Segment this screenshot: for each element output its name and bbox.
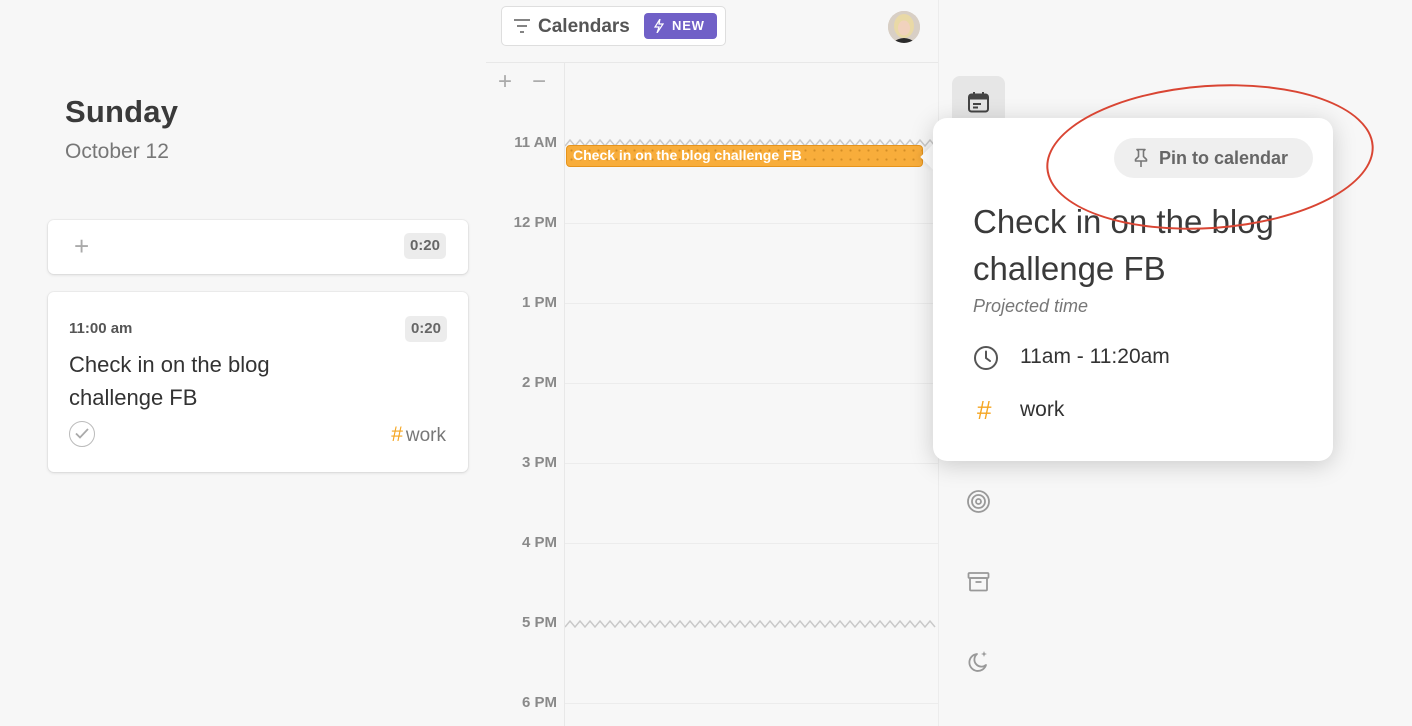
archive-button[interactable] xyxy=(952,555,1005,608)
pin-to-calendar-button[interactable]: Pin to calendar xyxy=(1114,138,1313,178)
popover-tag-label: work xyxy=(1020,398,1065,421)
task-duration-badge[interactable]: 0:20 xyxy=(404,316,447,342)
calendar-icon xyxy=(968,92,989,113)
task-tag-label: work xyxy=(405,425,446,446)
hour-label: 4 PM xyxy=(521,534,557,551)
hour-label: 6 PM xyxy=(521,694,557,711)
hashtag-icon: # xyxy=(391,423,403,446)
hour-label: 1 PM xyxy=(521,294,557,311)
focus-button[interactable] xyxy=(952,475,1005,528)
complete-task-checkbox[interactable] xyxy=(69,421,95,447)
dark-mode-button[interactable] xyxy=(952,635,1005,688)
popover-title[interactable]: Check in on the blog challenge FB xyxy=(973,198,1313,292)
hour-gridline xyxy=(565,303,938,304)
hour-label: 5 PM xyxy=(521,614,557,631)
pin-icon xyxy=(1134,148,1148,167)
working-hours-end-marker xyxy=(565,619,936,629)
add-task-button[interactable]: + xyxy=(74,233,89,259)
lightning-icon xyxy=(654,19,664,33)
event-popover: Pin to calendar Check in on the blog cha… xyxy=(933,118,1333,461)
hour-label: 2 PM xyxy=(521,374,557,391)
hour-gridline xyxy=(565,703,938,704)
task-time: 11:00 am xyxy=(69,320,133,337)
moon-stars-icon xyxy=(968,651,987,672)
target-icon xyxy=(967,490,990,513)
calendar-event[interactable]: Check in on the blog challenge FB xyxy=(566,145,923,167)
zoom-out-button[interactable]: − xyxy=(532,70,546,94)
task-title[interactable]: Check in on the blog challenge FB xyxy=(69,348,319,414)
archive-icon xyxy=(967,572,990,592)
day-header: Sunday October 12 xyxy=(65,94,178,164)
checkmark-icon xyxy=(75,428,89,439)
calendars-button[interactable]: Calendars NEW xyxy=(501,6,726,46)
new-badge: NEW xyxy=(644,13,717,39)
day-name: Sunday xyxy=(65,94,179,129)
hour-label: 3 PM xyxy=(521,454,557,471)
clock-icon xyxy=(974,346,998,370)
day-date: October 12 xyxy=(65,140,169,163)
task-card[interactable]: 11:00 am 0:20 Check in on the blog chall… xyxy=(48,292,468,472)
user-avatar[interactable] xyxy=(888,11,920,43)
hashtag-icon: # xyxy=(977,395,992,425)
new-badge-label: NEW xyxy=(672,18,705,33)
filter-icon xyxy=(514,19,530,33)
hour-gridline xyxy=(565,383,938,384)
hour-label: 11 AM xyxy=(514,134,557,151)
add-task-card[interactable]: + 0:20 xyxy=(48,220,468,274)
add-task-duration-badge[interactable]: 0:20 xyxy=(403,233,446,259)
hour-gridline xyxy=(565,463,938,464)
pin-to-calendar-label: Pin to calendar xyxy=(1159,148,1289,168)
avatar-image xyxy=(888,11,920,43)
popover-subtitle: Projected time xyxy=(973,296,1089,316)
hour-gridline xyxy=(565,223,938,224)
hour-label: 12 PM xyxy=(513,214,557,231)
popover-time-range: 11am - 11:20am xyxy=(1020,345,1170,368)
zoom-in-button[interactable]: + xyxy=(498,70,512,94)
calendars-label: Calendars xyxy=(538,16,630,37)
hour-gridline xyxy=(565,543,938,544)
task-tag[interactable]: # work xyxy=(391,423,446,447)
